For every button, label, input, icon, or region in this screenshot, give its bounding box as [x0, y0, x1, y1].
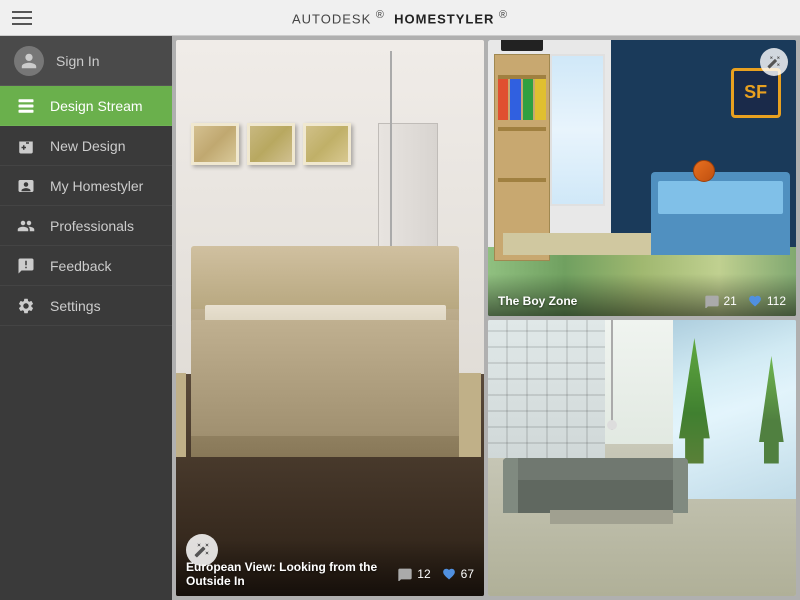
boy-zone-window: [550, 54, 605, 206]
modern-window: [673, 320, 796, 499]
user-avatar: [14, 46, 44, 76]
boy-zone-like-count: 112: [767, 294, 786, 308]
top-bar: AUTODESK ® HOMESTYLER ®: [0, 0, 800, 36]
wand-button-small[interactable]: [760, 48, 788, 76]
bedroom-like-count: 67: [461, 567, 474, 581]
boy-zone-desk: [503, 233, 672, 255]
boy-zone-bookshelf: [494, 54, 549, 261]
sidebar-item-my-homestyler[interactable]: My Homestyler: [0, 166, 172, 206]
professionals-label: Professionals: [50, 218, 134, 234]
feedback-label: Feedback: [50, 258, 111, 274]
sidebar-item-design-stream[interactable]: Design Stream: [0, 86, 172, 126]
signin-label: Sign In: [56, 53, 100, 69]
card-boy-zone[interactable]: SF The Boy Zone: [488, 40, 796, 316]
bedroom-comment-count: 12: [417, 567, 430, 581]
design-stream-label: Design Stream: [50, 98, 143, 114]
card-modern[interactable]: [488, 320, 796, 596]
sidebar: Sign In Design Stream New Design My Home…: [0, 36, 172, 600]
wand-button[interactable]: [186, 534, 218, 566]
modern-sofa: [503, 458, 688, 513]
sidebar-item-professionals[interactable]: Professionals: [0, 206, 172, 246]
my-homestyler-label: My Homestyler: [50, 178, 143, 194]
bedroom-stats: 12 67: [397, 567, 474, 581]
boy-zone-title: The Boy Zone: [498, 294, 577, 308]
trademark: ®: [376, 9, 385, 21]
sidebar-item-settings[interactable]: Settings: [0, 286, 172, 326]
boy-zone-stats: 21 112: [704, 294, 787, 308]
professionals-icon: [14, 214, 38, 238]
bedroom-likes: 67: [441, 567, 474, 581]
sidebar-item-feedback[interactable]: Feedback: [0, 246, 172, 286]
settings-icon: [14, 294, 38, 318]
boy-zone-likes: 112: [747, 294, 786, 308]
boy-zone-bed: [651, 172, 790, 255]
card-top-right-wand: [760, 48, 788, 76]
profile-icon: [14, 174, 38, 198]
app-title: AUTODESK ® HOMESTYLER ®: [292, 9, 508, 26]
modern-table: [550, 510, 673, 524]
bedroom-bed: [191, 246, 459, 457]
modern-lamp-2: [611, 320, 613, 430]
sidebar-item-new-design[interactable]: New Design: [0, 126, 172, 166]
bedroom-title: European View: Looking from the Outside …: [186, 560, 397, 588]
modern-exterior: [488, 320, 605, 458]
sidebar-item-signin[interactable]: Sign In: [0, 36, 172, 86]
main-content: European View: Looking from the Outside …: [172, 36, 800, 600]
boy-zone-comments: 21: [704, 294, 737, 308]
new-design-icon: [14, 134, 38, 158]
bedroom-card-info: European View: Looking from the Outside …: [176, 540, 484, 596]
modern-scene: [488, 320, 796, 596]
hamburger-menu[interactable]: [12, 11, 32, 25]
stream-icon: [14, 94, 38, 118]
boy-zone-comment-count: 21: [724, 294, 737, 308]
product-name: HOMESTYLER: [394, 11, 494, 26]
bedroom-paintings: [191, 123, 351, 165]
basketball: [693, 160, 715, 182]
feedback-icon: [14, 254, 38, 278]
bedroom-scene: [176, 40, 484, 596]
brand-name: AUTODESK: [292, 11, 371, 26]
product-trademark: ®: [499, 9, 508, 21]
boy-zone-card-info: The Boy Zone 21 112: [488, 274, 796, 316]
new-design-label: New Design: [50, 138, 125, 154]
card-bedroom[interactable]: European View: Looking from the Outside …: [176, 40, 484, 596]
settings-label: Settings: [50, 298, 101, 314]
bedroom-comments: 12: [397, 567, 430, 581]
